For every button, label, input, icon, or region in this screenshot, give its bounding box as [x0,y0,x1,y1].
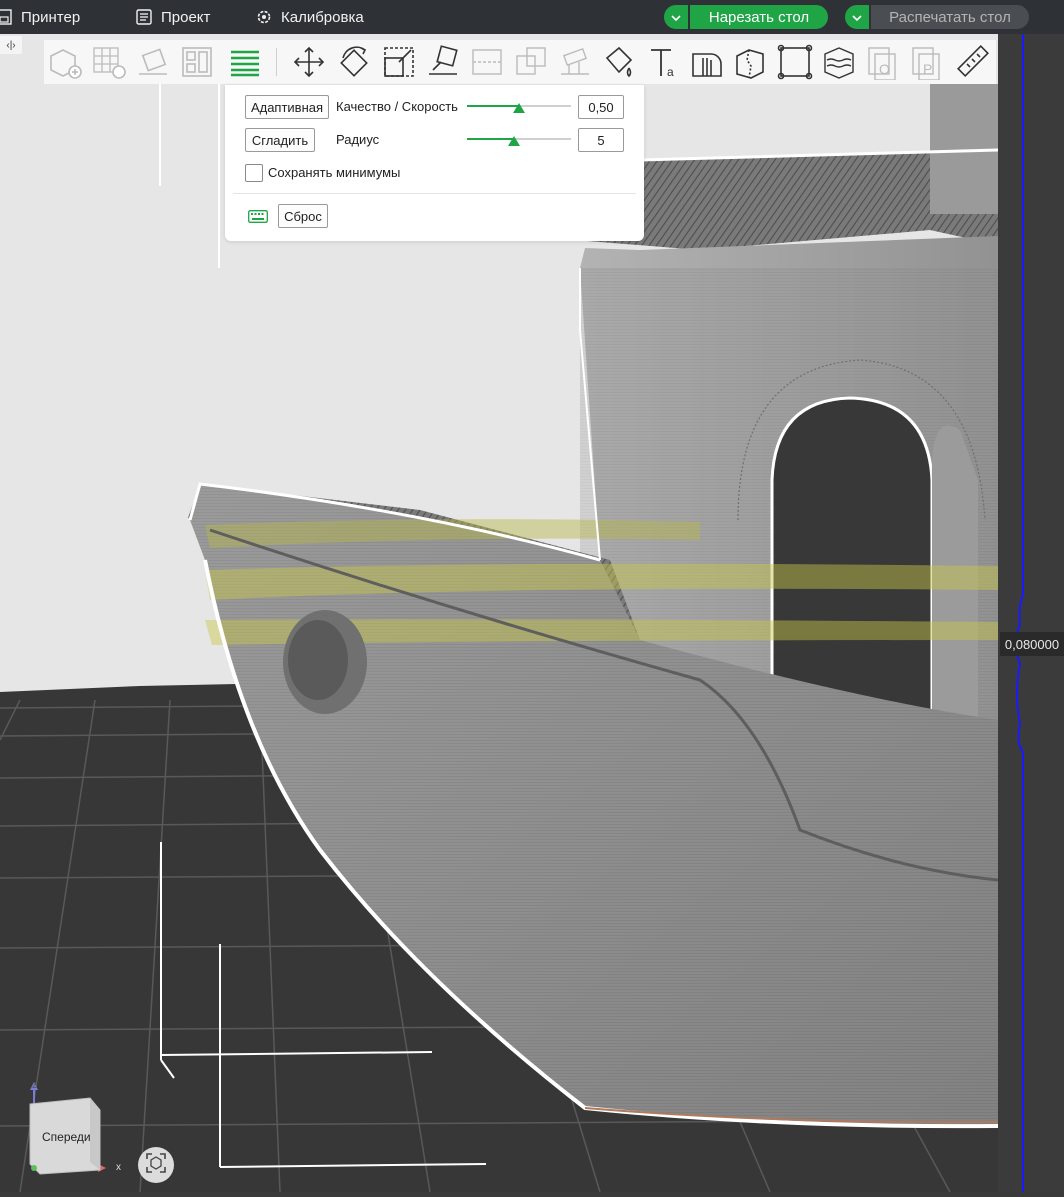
calibration-icon [256,9,272,25]
view-cube-face-label: Спереди [42,1130,91,1144]
keyboard-icon[interactable] [248,210,268,226]
axis-z-label: z [32,1080,37,1091]
assembly-icon: O [865,44,901,80]
sidebar-collapse-tab[interactable]: ‹|› [0,36,22,54]
layer-height-profile[interactable] [998,34,1064,1192]
adaptive-button[interactable]: Адаптивная [245,95,329,119]
project-tab[interactable]: Проект [136,0,210,34]
svg-text:O: O [879,61,890,77]
print-plate-split-button: Распечатать стол [845,5,1029,29]
part-icon: P [909,44,945,80]
printer-tab[interactable]: Принтер [0,0,80,34]
project-tab-label: Проект [161,8,211,26]
boolean-tool[interactable] [512,43,550,81]
slice-plate-split-button: Нарезать стол [664,5,828,29]
lay-on-face-tool[interactable] [424,43,462,81]
svg-text:a: a [667,65,674,79]
boolean-icon [513,44,549,80]
move-tool[interactable] [290,43,328,81]
slider-thumb[interactable] [513,103,525,113]
print-options-dropdown[interactable] [845,5,869,29]
add-plate-icon [91,44,127,80]
auto-orient-icon [135,44,171,80]
toolbar-separator [276,48,277,76]
arrange-tool[interactable] [178,43,216,81]
part-tool[interactable]: P [908,43,946,81]
variable-layer-height-icon [227,44,263,80]
quality-speed-slider[interactable] [467,98,571,114]
add-plate-tool[interactable] [90,43,128,81]
seam-paint-tool[interactable] [688,43,726,81]
quality-speed-label: Качество / Скорость [336,99,458,114]
chevron-down-icon [852,9,862,26]
calibration-tab-label: Калибровка [281,8,364,26]
fit-view-button[interactable] [138,1147,174,1183]
slice-plate-button[interactable]: Нарезать стол [690,5,828,29]
measure-icon [955,44,991,80]
printer-icon [0,9,12,25]
brim-ears-tool[interactable] [820,43,858,81]
assembly-tool[interactable]: O [864,43,902,81]
color-paint-icon [601,44,637,80]
keep-minimum-checkbox[interactable] [245,164,263,182]
slice-options-dropdown[interactable] [664,5,688,29]
color-paint-tool[interactable] [600,43,638,81]
smooth-button[interactable]: Сгладить [245,128,315,152]
cut-icon [469,44,505,80]
chevron-down-icon [671,9,681,26]
seam-paint-icon [689,44,725,80]
project-icon [136,9,152,25]
auto-orient-tool[interactable] [134,43,172,81]
measure-tool[interactable] [954,43,992,81]
fuzzy-skin-tool[interactable] [776,43,814,81]
add-tool[interactable] [46,43,84,81]
brim-ears-icon [821,44,857,80]
split-objects-tool[interactable] [732,43,770,81]
main-toolbar: aOP [44,40,996,84]
scale-icon [381,44,417,80]
radius-value[interactable]: 5 [578,128,624,152]
rotate-tool[interactable] [336,43,374,81]
svg-text:P: P [923,61,932,77]
arrange-icon [179,44,215,80]
slider-thumb[interactable] [507,136,520,146]
text-tool[interactable]: a [644,43,682,81]
lay-on-face-icon [425,44,461,80]
scale-tool[interactable] [380,43,418,81]
calibration-tab[interactable]: Калибровка [256,0,364,34]
rotate-icon [337,44,373,80]
reset-button[interactable]: Сброс [278,204,328,228]
axis-x-label: x [116,1162,121,1173]
print-plate-button[interactable]: Распечатать стол [871,5,1029,29]
support-paint-tool[interactable] [556,43,594,81]
layer-height-value: 0,080000 [1000,632,1064,656]
add-icon [47,44,83,80]
keep-minimum-label: Сохранять минимумы [268,165,401,180]
quality-speed-value[interactable]: 0,50 [578,95,624,119]
variable-layer-height-panel: Адаптивная Качество / Скорость 0,50 Сгла… [225,85,644,241]
cut-tool[interactable] [468,43,506,81]
text-icon: a [645,44,681,80]
split-objects-icon [733,44,769,80]
printer-tab-label: Принтер [21,8,81,26]
layer-slider-panel[interactable] [998,34,1064,1192]
support-paint-icon [557,44,593,80]
move-icon [291,44,327,80]
radius-label: Радиус [336,132,380,147]
fuzzy-skin-icon [777,44,813,80]
radius-slider[interactable] [467,131,571,147]
zoom-fit-icon [145,1152,167,1179]
top-bar: Принтер Проект Калибровка Нарезать стол … [0,0,1064,34]
panel-divider [233,193,636,194]
variable-layer-height-tool[interactable] [226,43,264,81]
